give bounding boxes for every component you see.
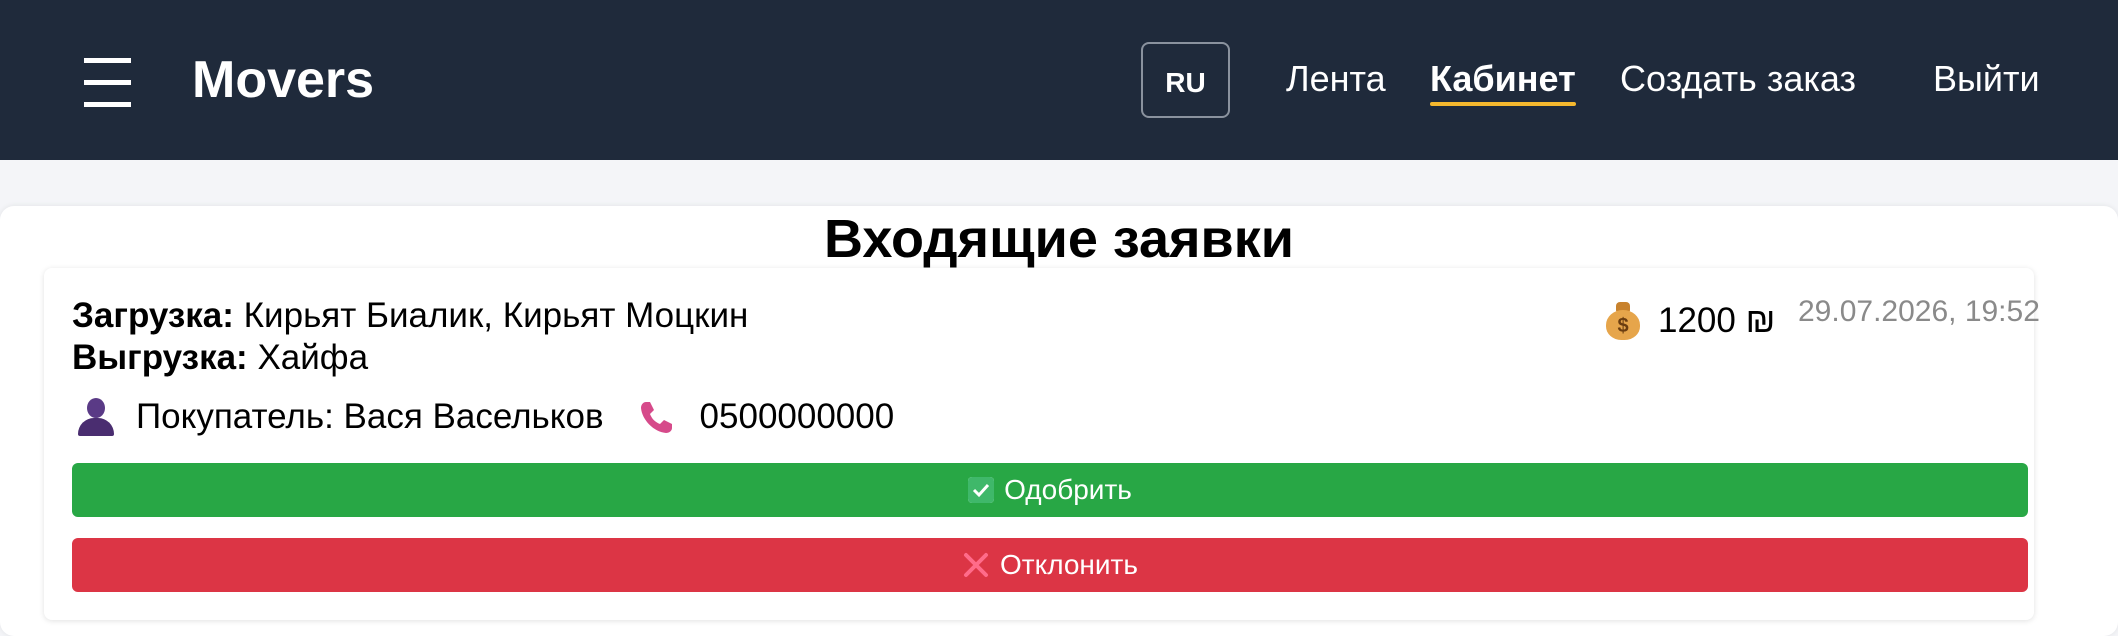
unload-location: Выгрузка: Хайфа — [72, 338, 368, 378]
nav-create-order[interactable]: Создать заказ — [1620, 58, 1856, 100]
price-value: 1200 ₪ — [1658, 301, 1776, 340]
nav-logout[interactable]: Выйти — [1933, 58, 2040, 100]
approve-button[interactable]: Одобрить — [72, 463, 2028, 517]
hamburger-icon[interactable] — [84, 58, 131, 108]
request-date: 29.07.2026, 19:52 — [1798, 295, 2040, 328]
unload-label: Выгрузка: — [72, 338, 248, 377]
reject-button[interactable]: Отклонить — [72, 538, 2028, 592]
buyer-phone[interactable]: 0500000000 — [700, 396, 895, 438]
page-title: Входящие заявки — [824, 209, 1294, 269]
top-navbar: Movers RU Лента Кабинет Создать заказ Вы… — [0, 0, 2118, 160]
approve-label: Одобрить — [1004, 474, 1132, 505]
buyer-name: Покупатель: Вася Васельков — [136, 397, 604, 436]
brand-logo[interactable]: Movers — [192, 52, 374, 108]
price: $ 1200 ₪ — [1606, 300, 1775, 342]
person-icon — [78, 398, 114, 436]
nav-cabinet[interactable]: Кабинет — [1430, 58, 1576, 106]
load-value: Кирьят Биалик, Кирьят Моцкин — [243, 296, 749, 335]
phone-icon — [640, 402, 672, 433]
buyer-info: Покупатель: Вася Васельков 0500000000 — [78, 396, 894, 438]
cross-icon — [964, 553, 989, 577]
reject-label: Отклонить — [1000, 549, 1138, 580]
unload-value: Хайфа — [257, 338, 369, 377]
check-icon — [968, 477, 995, 503]
nav-feed[interactable]: Лента — [1286, 58, 1386, 100]
load-label: Загрузка: — [72, 296, 234, 335]
language-button[interactable]: RU — [1141, 42, 1230, 118]
money-bag-icon: $ — [1606, 302, 1640, 340]
load-location: Загрузка: Кирьят Биалик, Кирьят Моцкин — [72, 296, 748, 336]
